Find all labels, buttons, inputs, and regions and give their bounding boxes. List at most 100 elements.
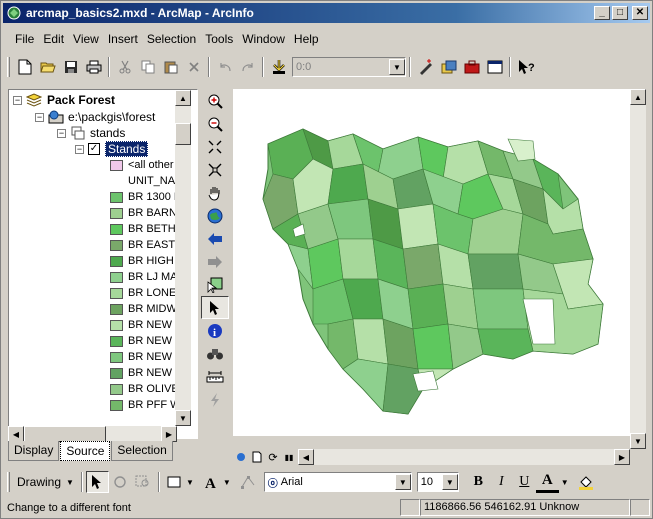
zoom-out-icon[interactable]: [201, 112, 229, 135]
scroll-down-icon[interactable]: ▼: [175, 410, 191, 426]
paste-icon[interactable]: [159, 56, 182, 78]
legend-item[interactable]: BR EAST E: [110, 237, 185, 253]
legend-item[interactable]: BR NEW F: [110, 333, 182, 349]
select-features-icon[interactable]: [201, 273, 229, 296]
select-elements-icon[interactable]: [201, 296, 229, 319]
legend-item[interactable]: BR HIGH F: [110, 253, 184, 269]
pan-icon[interactable]: [201, 181, 229, 204]
scroll-right-icon[interactable]: ▶: [161, 426, 177, 442]
font-size-combo[interactable]: 10 ▼: [416, 472, 459, 492]
chevron-down-icon[interactable]: ▼: [223, 478, 231, 487]
globe-icon[interactable]: [233, 450, 249, 464]
arccatalog-icon[interactable]: [437, 56, 460, 78]
toolbar-grip[interactable]: [7, 57, 10, 77]
hyperlink-icon[interactable]: [201, 388, 229, 411]
legend-item[interactable]: BR 1300 R: [110, 189, 182, 205]
drawing-menu-button[interactable]: Drawing ▼: [13, 475, 78, 489]
collapse-icon[interactable]: −: [35, 112, 44, 122]
legend-item[interactable]: BR PFF W: [110, 397, 181, 413]
back-extent-icon[interactable]: [201, 227, 229, 250]
scroll-down-icon[interactable]: ▼: [630, 433, 646, 449]
scroll-up-icon[interactable]: ▲: [630, 89, 646, 105]
toc-horizontal-scrollbar[interactable]: ◀ ▶: [8, 426, 177, 442]
fixed-zoom-out-icon[interactable]: [201, 158, 229, 181]
map-view[interactable]: [233, 89, 630, 436]
legend-item[interactable]: BR BETHE: [110, 221, 183, 237]
command-line-icon[interactable]: [483, 56, 506, 78]
forward-extent-icon[interactable]: [201, 250, 229, 273]
map-scale-combo[interactable]: 0:0 ▼: [292, 57, 406, 77]
whats-this-icon[interactable]: ?: [514, 56, 537, 78]
rectangle-icon[interactable]: [163, 471, 186, 493]
tab-display[interactable]: Display: [8, 441, 60, 461]
chevron-down-icon[interactable]: ▼: [394, 474, 411, 490]
measure-icon[interactable]: [201, 365, 229, 388]
toolbar-grip[interactable]: [7, 472, 10, 492]
toc-dataset-row[interactable]: − stands: [57, 125, 125, 141]
minimize-button[interactable]: _: [594, 6, 610, 20]
legend-other-values-row[interactable]: <all other: [110, 157, 174, 173]
menu-help[interactable]: Help: [294, 32, 319, 46]
map-horizontal-scrollbar[interactable]: ◀ ▶: [298, 449, 630, 465]
legend-item[interactable]: BR NEW F: [110, 365, 182, 381]
tab-selection[interactable]: Selection: [111, 441, 173, 461]
legend-item[interactable]: BR MIDWA: [110, 301, 184, 317]
map-vertical-scrollbar[interactable]: ▲ ▼: [630, 89, 646, 449]
menu-tools[interactable]: Tools: [205, 32, 233, 46]
toc-vertical-scrollbar[interactable]: ▲ ▼: [175, 90, 191, 426]
add-data-icon[interactable]: [267, 56, 290, 78]
menu-insert[interactable]: Insert: [108, 32, 138, 46]
redo-icon[interactable]: [236, 56, 259, 78]
font-color-button[interactable]: A: [535, 471, 559, 493]
menu-file[interactable]: File: [15, 32, 34, 46]
menu-selection[interactable]: Selection: [147, 32, 196, 46]
menu-window[interactable]: Window: [242, 32, 285, 46]
edit-vertices-icon[interactable]: [237, 471, 260, 493]
menu-view[interactable]: View: [73, 32, 99, 46]
collapse-icon[interactable]: −: [57, 128, 66, 138]
zoom-in-icon[interactable]: [201, 89, 229, 112]
underline-button[interactable]: U: [513, 471, 536, 493]
undo-icon[interactable]: [213, 56, 236, 78]
delete-icon[interactable]: [182, 56, 205, 78]
editor-icon[interactable]: [414, 56, 437, 78]
scroll-up-icon[interactable]: ▲: [175, 90, 191, 106]
maximize-button[interactable]: □: [612, 6, 628, 20]
pause-drawing-icon[interactable]: ▮▮: [281, 450, 297, 464]
scroll-right-icon[interactable]: ▶: [614, 449, 630, 465]
refresh-icon[interactable]: ⟳: [265, 450, 281, 464]
layer-visibility-checkbox[interactable]: ✓: [88, 143, 100, 155]
close-button[interactable]: ✕: [632, 6, 648, 20]
legend-item[interactable]: BR BARNE: [110, 205, 184, 221]
bold-button[interactable]: B: [467, 471, 490, 493]
toc-hscroll-thumb[interactable]: [24, 426, 106, 442]
chevron-down-icon[interactable]: ▼: [389, 59, 405, 75]
collapse-icon[interactable]: −: [13, 95, 22, 105]
save-icon[interactable]: [59, 56, 82, 78]
toc-workspace-row[interactable]: − e:\packgis\forest: [35, 109, 155, 125]
toc-scroll-thumb[interactable]: [175, 123, 191, 145]
print-icon[interactable]: [82, 56, 105, 78]
rotate-icon[interactable]: [109, 471, 132, 493]
layout-view-icon[interactable]: [249, 450, 265, 464]
menu-edit[interactable]: Edit: [43, 32, 64, 46]
legend-item[interactable]: BR NEW F: [110, 349, 182, 365]
arctoolbox-icon[interactable]: [460, 56, 483, 78]
zoom-to-selected-icon[interactable]: [132, 471, 155, 493]
scroll-left-icon[interactable]: ◀: [8, 426, 24, 442]
toc-root-row[interactable]: − Pack Forest: [13, 92, 115, 108]
new-text-icon[interactable]: A: [200, 471, 223, 493]
italic-button[interactable]: I: [490, 471, 513, 493]
cut-icon[interactable]: [113, 56, 136, 78]
legend-item[interactable]: BR NEW F: [110, 317, 182, 333]
title-bar[interactable]: arcmap_basics2.mxd - ArcMap - ArcInfo _ …: [3, 3, 650, 23]
chevron-down-icon[interactable]: ▼: [186, 478, 194, 487]
chevron-down-icon[interactable]: ▼: [561, 478, 569, 487]
toc-layer-row[interactable]: − ✓ Stands: [75, 141, 149, 157]
copy-icon[interactable]: [136, 56, 159, 78]
find-icon[interactable]: [201, 342, 229, 365]
fill-color-icon[interactable]: [575, 471, 598, 493]
chevron-down-icon[interactable]: ▼: [441, 474, 458, 490]
fixed-zoom-in-icon[interactable]: [201, 135, 229, 158]
identify-icon[interactable]: i: [201, 319, 229, 342]
